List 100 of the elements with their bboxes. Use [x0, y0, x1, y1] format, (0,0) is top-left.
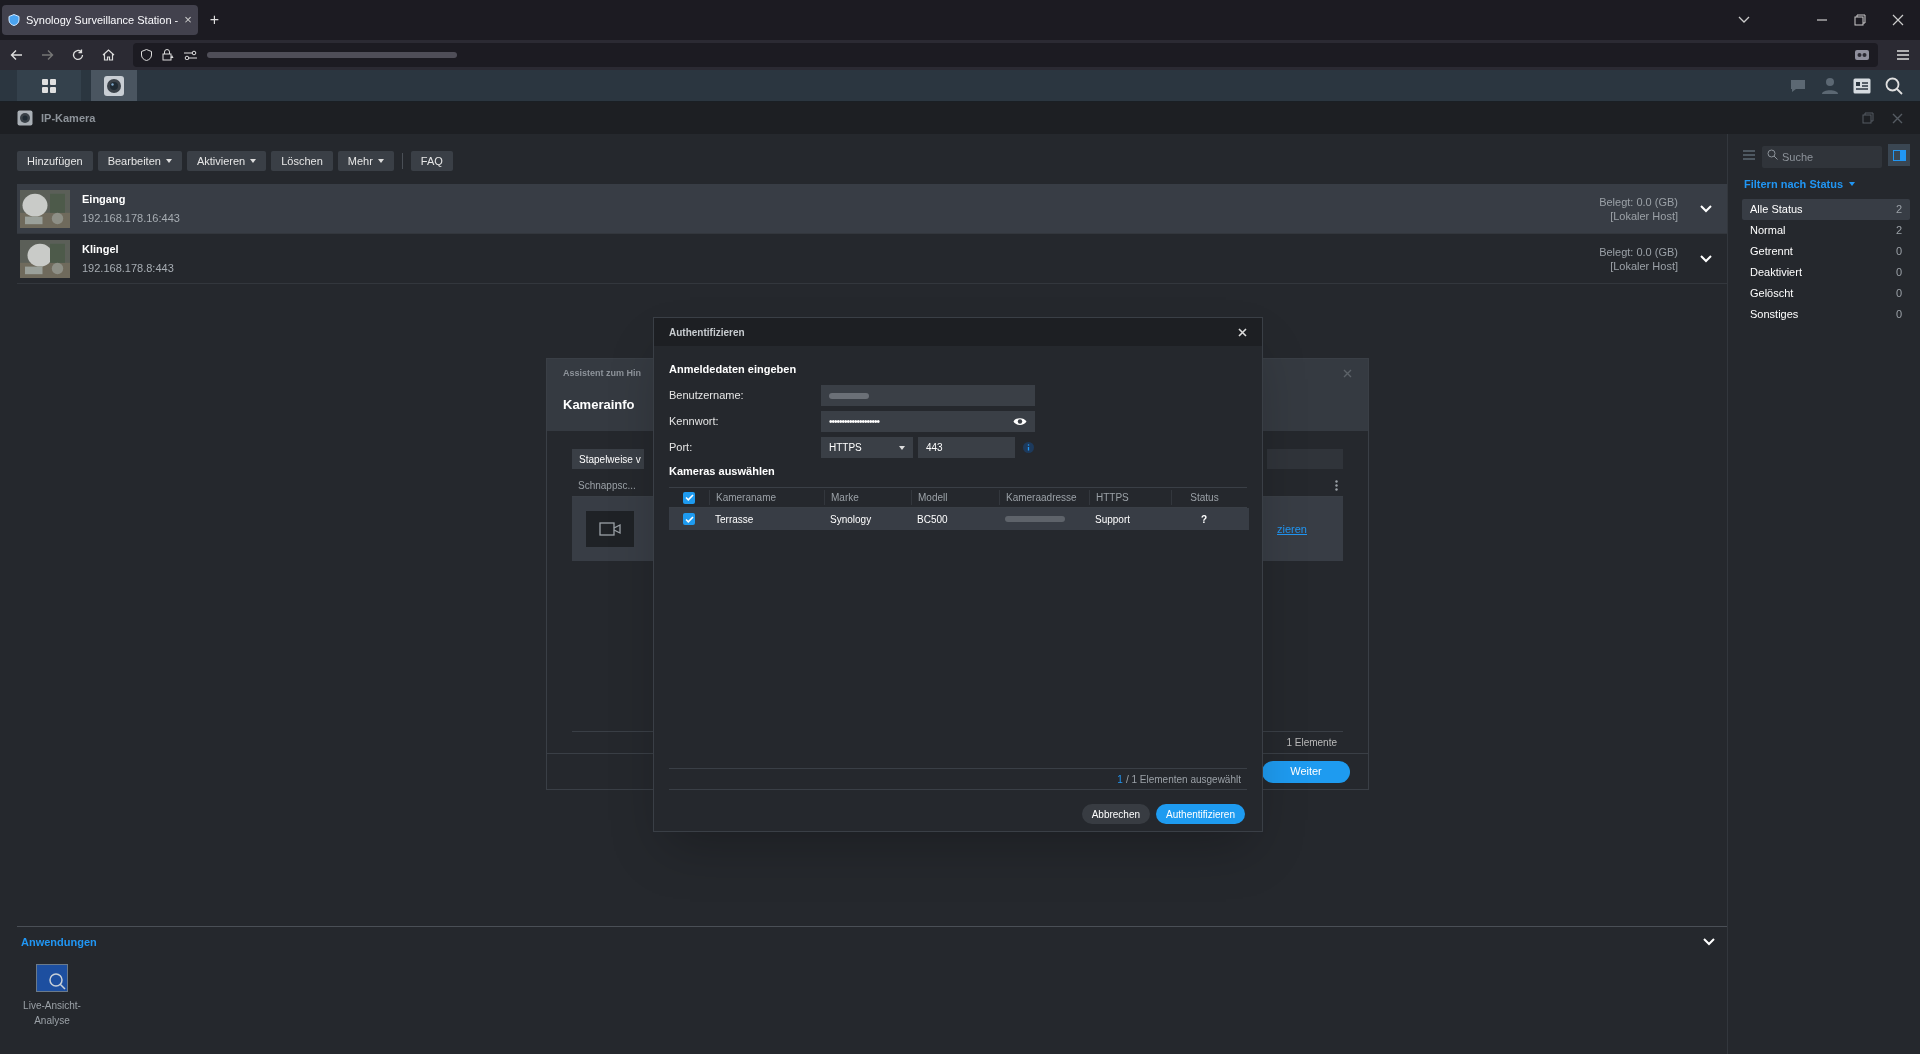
- app-taskbar-button[interactable]: [91, 70, 137, 101]
- blurred-username: [829, 391, 869, 400]
- selection-summary: / 1 Elementen ausgewählt: [1125, 772, 1241, 787]
- shield-icon: [141, 49, 152, 61]
- tab-close-button[interactable]: ×: [184, 10, 192, 30]
- home-icon[interactable]: [102, 49, 115, 61]
- reload-icon[interactable]: [72, 49, 84, 61]
- restore-icon[interactable]: [1854, 14, 1866, 26]
- filter-label: Sonstiges: [1750, 306, 1799, 322]
- filter-label: Normal: [1750, 222, 1786, 238]
- permissions-icon: [184, 50, 197, 60]
- column-header[interactable]: Kameraname: [709, 490, 824, 505]
- table-cell-text: Terrasse: [714, 512, 755, 527]
- column-header[interactable]: Status: [1171, 490, 1237, 505]
- filter-count: 0: [1895, 264, 1902, 280]
- panel-toggle-button[interactable]: [1888, 144, 1910, 166]
- table-row[interactable]: Terrasse Synology BC500 Support ?: [669, 508, 1249, 530]
- camera-name: Eingang: [82, 191, 127, 207]
- more-icon[interactable]: [1335, 480, 1338, 491]
- column-header[interactable]: Kameraadresse: [999, 490, 1089, 505]
- item-count: 1 Elemente: [1286, 736, 1338, 750]
- search-field[interactable]: Suche: [1762, 146, 1882, 168]
- filter-count: 0: [1895, 306, 1902, 322]
- info-icon[interactable]: [1023, 442, 1034, 453]
- address-field[interactable]: [133, 43, 1878, 67]
- filter-label: Deaktiviert: [1750, 264, 1802, 280]
- toolbar-button[interactable]: Bearbeiten: [97, 151, 182, 171]
- main-menu-button[interactable]: [17, 70, 81, 101]
- lock-icon: [162, 49, 174, 61]
- protocol-dropdown[interactable]: HTTPS: [821, 437, 913, 458]
- filter-count: 0: [1895, 243, 1902, 259]
- wizard-title: Assistent zum Hin: [563, 367, 641, 380]
- table-cell-text: BC500: [916, 512, 949, 527]
- row-checkbox[interactable]: [683, 513, 695, 525]
- forward-icon[interactable]: [41, 49, 54, 61]
- cancel-button[interactable]: Abbrechen: [1081, 804, 1151, 824]
- app-label[interactable]: Live-Ansicht-Analyse: [21, 998, 83, 1028]
- storage-usage: Belegt: 0.0 (GB): [1599, 244, 1678, 259]
- camera-address: 192.168.178.16:443: [82, 211, 180, 226]
- eye-icon[interactable]: [1013, 417, 1027, 426]
- storage-usage: Belegt: 0.0 (GB): [1599, 194, 1678, 209]
- filter-item[interactable]: Getrennt 0: [1742, 240, 1910, 262]
- filter-item[interactable]: Alle Status 2: [1742, 198, 1910, 220]
- column-header[interactable]: Marke: [824, 490, 911, 505]
- extension-icon[interactable]: [1854, 48, 1870, 62]
- caret-icon: [899, 445, 905, 450]
- port-field[interactable]: 443: [918, 437, 1015, 458]
- browser-tab[interactable]: Synology Surveillance Station - ×: [2, 5, 198, 35]
- back-icon[interactable]: [10, 49, 23, 61]
- filter-count: 0: [1895, 285, 1902, 301]
- storage-host: [Lokaler Host]: [1610, 208, 1678, 223]
- toolbar-button[interactable]: Aktivieren: [186, 151, 267, 171]
- password-field[interactable]: ••••••••••••••••••••: [821, 411, 1035, 432]
- filter-label: Alle Status: [1750, 201, 1803, 217]
- field-label: Kennwort:: [669, 414, 720, 430]
- toolbar-button[interactable]: FAQ: [410, 151, 453, 171]
- field-label: Port:: [669, 440, 694, 456]
- filter-item[interactable]: Deaktiviert 0: [1742, 261, 1910, 283]
- select-all-checkbox[interactable]: [683, 491, 695, 504]
- camera-app-icon: [17, 110, 33, 126]
- filter-item[interactable]: Gelöscht 0: [1742, 282, 1910, 304]
- filter-count: 2: [1895, 222, 1902, 238]
- filter-label: Gelöscht: [1750, 285, 1794, 301]
- field-label: Benutzername:: [669, 388, 745, 404]
- camera-row[interactable]: Eingang 192.168.178.16:443 Belegt: 0.0 (GB) [Lokaler Host]: [17, 184, 1727, 234]
- menu-icon[interactable]: [1896, 49, 1910, 61]
- camera-row[interactable]: Klingel 192.168.178.8:443 Belegt: 0.0 (GB) [Lokaler Host]: [17, 234, 1727, 284]
- dialog-title: Authentifizieren: [669, 325, 745, 340]
- video-camera-icon: [599, 522, 621, 536]
- username-field[interactable]: [821, 385, 1035, 406]
- toolbar-button[interactable]: Löschen: [271, 151, 333, 171]
- new-tab-button[interactable]: +: [203, 8, 226, 32]
- chevron-down-icon[interactable]: [1738, 16, 1750, 24]
- toolbar-button[interactable]: Mehr: [337, 151, 394, 171]
- search-icon: [1767, 149, 1778, 160]
- filter-label: Getrennt: [1750, 243, 1793, 259]
- caret-icon: [1849, 182, 1856, 187]
- filter-item[interactable]: Sonstiges 0: [1742, 303, 1910, 325]
- table-cell-text: Synology: [829, 512, 873, 527]
- tab-title: Synology Surveillance Station -: [26, 12, 179, 28]
- storage-host: [Lokaler Host]: [1610, 258, 1678, 273]
- table-cell-text: Support: [1094, 512, 1132, 527]
- batch-button[interactable]: Stapelweise v: [572, 449, 644, 469]
- widget-icon[interactable]: [1853, 77, 1871, 94]
- link[interactable]: zieren: [1277, 520, 1307, 538]
- section-heading: Anmeldedaten eingeben: [669, 362, 798, 377]
- filter-item[interactable]: Normal 2: [1742, 219, 1910, 241]
- filter-dropdown[interactable]: Filtern nach Status: [1742, 176, 1910, 193]
- toolbar-button[interactable]: Hinzufügen: [17, 151, 93, 171]
- selected-count: 1: [1117, 772, 1123, 787]
- filter-count: 2: [1895, 201, 1902, 217]
- window-title: IP-Kamera: [41, 110, 96, 126]
- column-header[interactable]: Modell: [911, 490, 999, 505]
- camera-app-icon: [103, 74, 125, 97]
- column-header[interactable]: HTTPS: [1089, 490, 1171, 505]
- filter-title: Filtern nach Status: [1744, 177, 1844, 192]
- search-icon[interactable]: [1885, 76, 1903, 95]
- magnifier-app-icon[interactable]: [36, 964, 68, 992]
- column-header: Schnappsc...: [577, 479, 637, 493]
- camera-address: 192.168.178.8:443: [82, 261, 174, 276]
